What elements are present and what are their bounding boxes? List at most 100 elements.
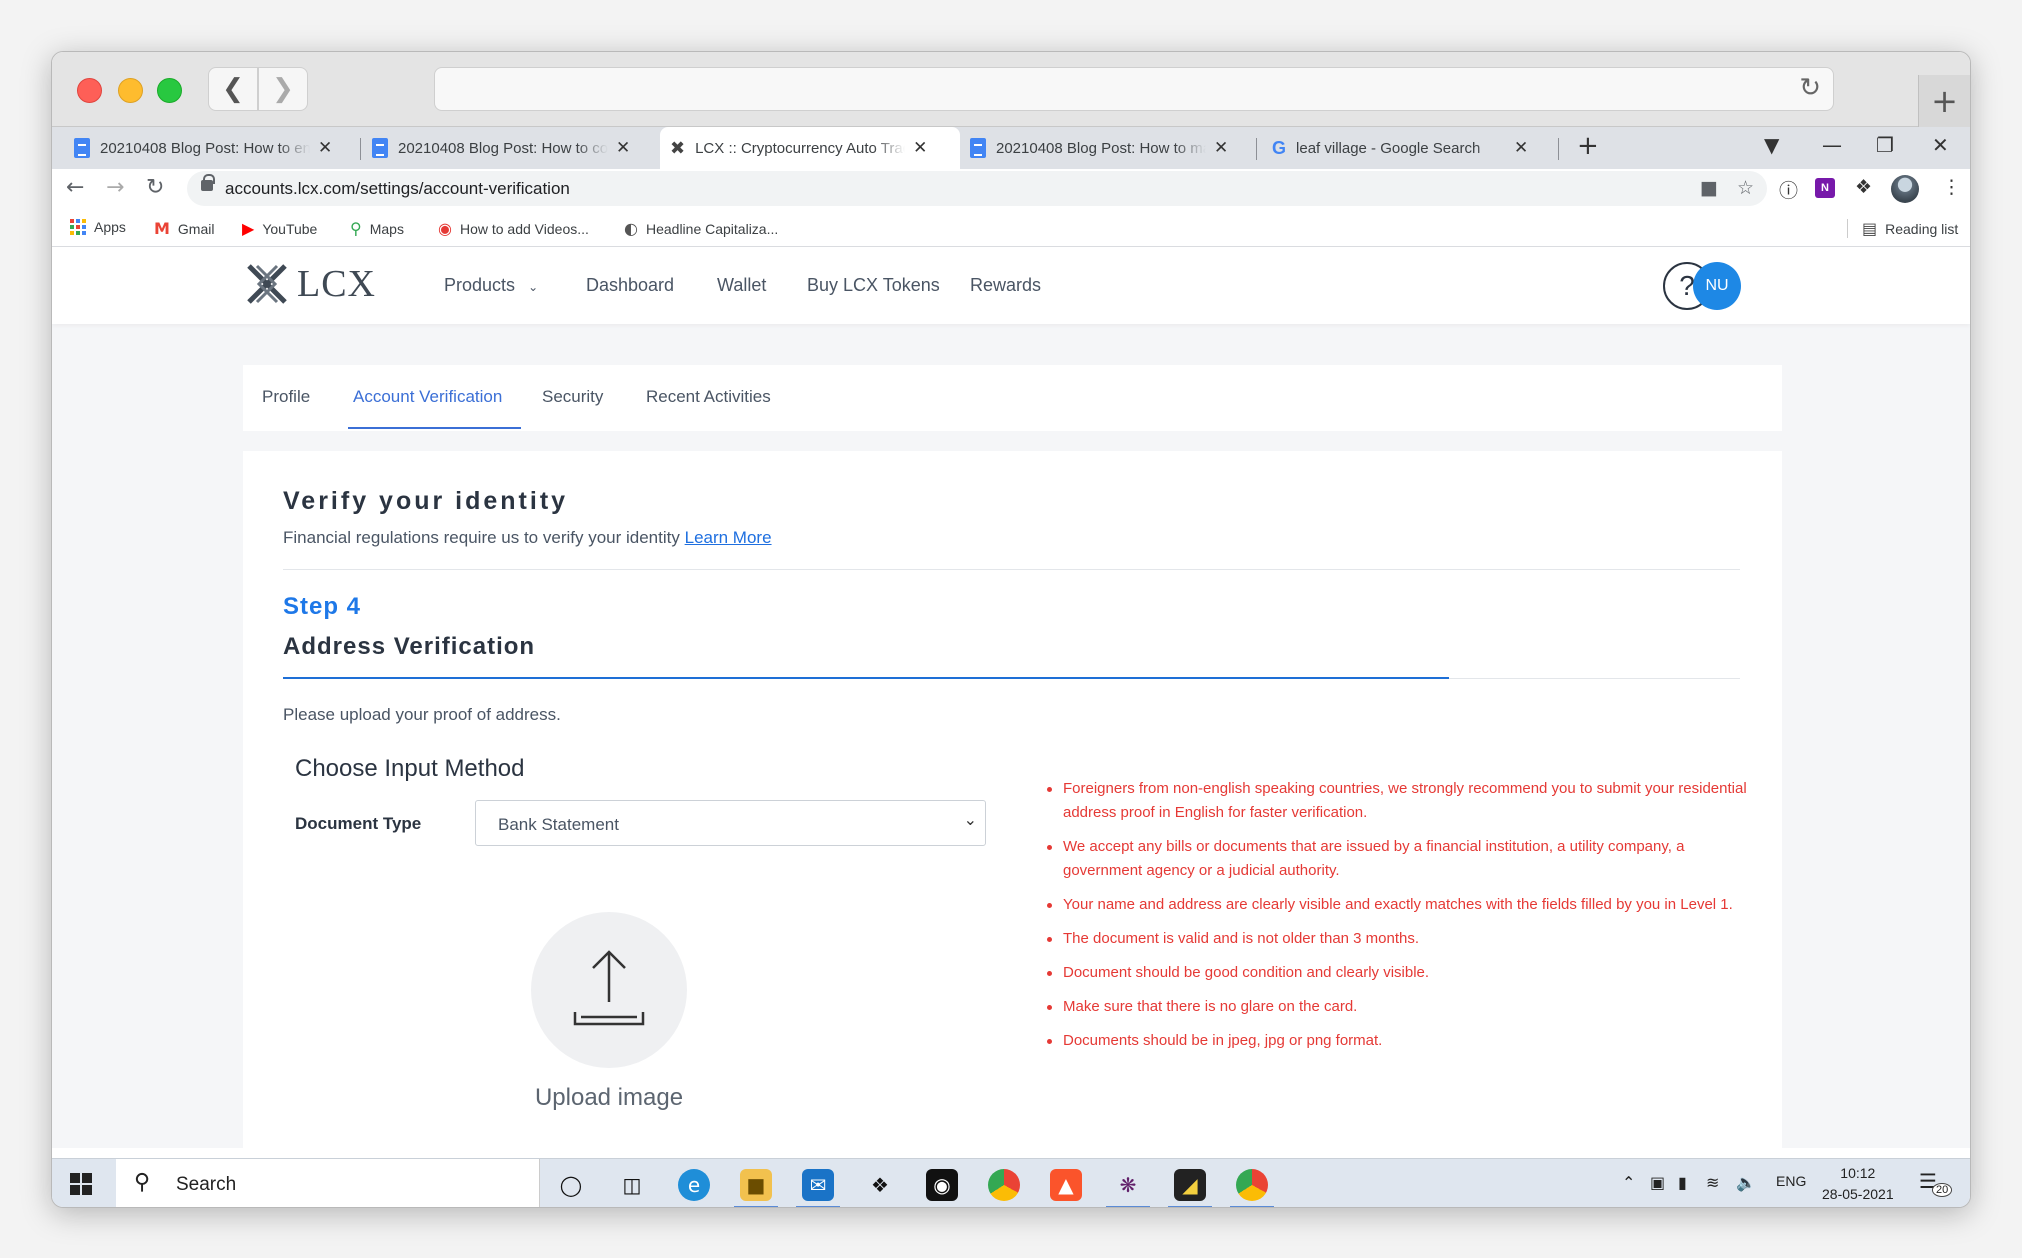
- edge-icon[interactable]: e: [678, 1169, 710, 1201]
- chrome-icon-active[interactable]: [1236, 1169, 1268, 1201]
- browser-tab[interactable]: 20210408 Blog Post: How to connect ✕: [362, 127, 652, 169]
- document-type-select[interactable]: Bank Statement ⌄: [475, 800, 986, 846]
- bookmark-star-icon[interactable]: ☆: [1737, 177, 1754, 199]
- nav-rewards[interactable]: Rewards: [970, 275, 1041, 296]
- verification-card: Verify your identity Financial regulatio…: [243, 451, 1782, 1148]
- file-explorer-icon[interactable]: ■: [740, 1169, 772, 1201]
- minimize-window-button[interactable]: [118, 78, 143, 103]
- close-tab-icon[interactable]: ✕: [913, 138, 927, 158]
- google-icon: G: [1272, 137, 1287, 158]
- new-tab-plus-icon[interactable]: +: [1577, 131, 1599, 161]
- extension-info-icon[interactable]: ⓘ: [1779, 176, 1798, 203]
- choose-input-heading: Choose Input Method: [295, 755, 525, 782]
- close-icon[interactable]: ✕: [1932, 133, 1949, 157]
- nav-wallet[interactable]: Wallet: [717, 275, 766, 296]
- divider: [283, 569, 1740, 570]
- running-indicator: [1106, 1206, 1150, 1207]
- page-content: LCX Products ⌄ Dashboard Wallet Buy LCX …: [52, 248, 1970, 1148]
- battery-icon[interactable]: ▮: [1678, 1173, 1687, 1192]
- close-tab-icon[interactable]: ✕: [318, 138, 332, 158]
- onenote-icon[interactable]: N: [1815, 178, 1835, 198]
- step-title: Address Verification: [283, 633, 536, 660]
- language-indicator[interactable]: ENG: [1776, 1173, 1806, 1189]
- mail-icon[interactable]: ✉: [802, 1169, 834, 1201]
- nav-products[interactable]: Products ⌄: [444, 275, 538, 296]
- bookmark-gmail[interactable]: M Gmail: [154, 219, 214, 238]
- user-avatar[interactable]: NU: [1693, 262, 1741, 310]
- mac-address-field[interactable]: ↻: [434, 67, 1834, 111]
- step-number: Step 4: [283, 593, 362, 620]
- nav-dashboard[interactable]: Dashboard: [586, 275, 674, 296]
- restore-icon[interactable]: ❐: [1876, 133, 1894, 157]
- bookmark-youtube[interactable]: ▶ YouTube: [242, 219, 317, 238]
- tab-recent-activities[interactable]: Recent Activities: [646, 387, 771, 407]
- back-arrow-icon[interactable]: ❮: [208, 67, 258, 111]
- camera-icon[interactable]: ■: [1700, 177, 1718, 199]
- tray-chevron-icon[interactable]: ⌃: [1622, 1173, 1635, 1192]
- dropbox-icon[interactable]: ❖: [864, 1169, 896, 1201]
- url-text[interactable]: accounts.lcx.com/settings/account-verifi…: [225, 179, 570, 199]
- bookmark-apps[interactable]: Apps: [70, 219, 126, 235]
- requirement-item: Documents should be in jpeg, jpg or png …: [1047, 1029, 1747, 1053]
- globe-icon: ◐: [624, 219, 638, 238]
- notification-count-badge: 20: [1932, 1183, 1953, 1197]
- cortana-icon[interactable]: ◯: [555, 1169, 587, 1201]
- profile-avatar[interactable]: [1891, 175, 1919, 203]
- close-tab-icon[interactable]: ✕: [1514, 138, 1528, 158]
- zoom-window-button[interactable]: [157, 78, 182, 103]
- tab-search-icon[interactable]: ▼: [1764, 133, 1779, 157]
- back-icon[interactable]: ←: [66, 175, 84, 200]
- sticky-notes-icon[interactable]: ◢: [1174, 1169, 1206, 1201]
- bookmark-how-to-add-videos[interactable]: ◉ How to add Videos...: [438, 219, 589, 238]
- minimize-icon[interactable]: —: [1822, 133, 1842, 157]
- url-field[interactable]: accounts.lcx.com/settings/account-verifi…: [187, 171, 1767, 206]
- docs-icon: [74, 138, 90, 158]
- bookmark-headline-capitalization[interactable]: ◐ Headline Capitaliza...: [624, 219, 778, 238]
- upload-button[interactable]: [531, 912, 687, 1068]
- menu-kebab-icon[interactable]: ⋮: [1942, 176, 1961, 198]
- wifi-icon[interactable]: ≋: [1706, 1173, 1719, 1192]
- reload-icon[interactable]: ↻: [146, 175, 164, 200]
- requirement-item: Foreigners from non-english speaking cou…: [1047, 777, 1747, 825]
- upload-label: Upload image: [534, 1084, 684, 1111]
- forward-icon[interactable]: →: [106, 175, 124, 200]
- forward-arrow-icon[interactable]: ❯: [258, 67, 308, 111]
- browser-tab[interactable]: 20210408 Blog Post: How to make ✕: [960, 127, 1250, 169]
- tab-title: 20210408 Blog Post: How to enable: [100, 139, 310, 157]
- bookmark-maps[interactable]: ⚲ Maps: [350, 219, 404, 238]
- running-indicator: [734, 1206, 778, 1207]
- close-window-button[interactable]: [77, 78, 102, 103]
- lcx-logo[interactable]: LCX: [245, 262, 376, 306]
- brave-icon[interactable]: ▲: [1050, 1169, 1082, 1201]
- tab-profile[interactable]: Profile: [262, 387, 310, 407]
- bookmark-label: Apps: [94, 219, 126, 235]
- nav-buy-lcx-tokens[interactable]: Buy LCX Tokens: [807, 275, 940, 296]
- tray-app-icon[interactable]: ▣: [1650, 1173, 1665, 1192]
- slack-icon[interactable]: ❋: [1112, 1169, 1144, 1201]
- learn-more-link[interactable]: Learn More: [685, 528, 772, 547]
- windows-start-icon[interactable]: [70, 1173, 92, 1195]
- browser-tab[interactable]: 20210408 Blog Post: How to enable ✕: [64, 127, 354, 169]
- game-app-icon[interactable]: ◉: [926, 1169, 958, 1201]
- close-tab-icon[interactable]: ✕: [1214, 138, 1228, 158]
- volume-icon[interactable]: 🔈: [1736, 1173, 1756, 1192]
- close-tab-icon[interactable]: ✕: [616, 138, 630, 158]
- browser-tab-active[interactable]: ✖ LCX :: Cryptocurrency Auto Trading ✕: [660, 127, 960, 169]
- subtitle-text: Financial regulations require us to veri…: [283, 528, 680, 547]
- docs-icon: [372, 138, 388, 158]
- task-view-icon[interactable]: ◫: [616, 1169, 648, 1201]
- browser-tab[interactable]: G leaf village - Google Search ✕: [1262, 127, 1552, 169]
- requirements-list: Foreigners from non-english speaking cou…: [1047, 777, 1747, 1063]
- tab-security[interactable]: Security: [542, 387, 603, 407]
- running-indicator: [1168, 1206, 1212, 1207]
- tab-account-verification[interactable]: Account Verification: [353, 387, 502, 407]
- site-header: LCX Products ⌄ Dashboard Wallet Buy LCX …: [52, 248, 1970, 324]
- new-window-plus-icon[interactable]: +: [1918, 75, 1970, 127]
- extensions-puzzle-icon[interactable]: ❖: [1855, 176, 1872, 198]
- taskbar-search[interactable]: ⚲ Search: [116, 1159, 540, 1207]
- reload-icon[interactable]: ↻: [1799, 73, 1821, 103]
- reading-list-button[interactable]: ▤ Reading list: [1847, 219, 1958, 238]
- clock[interactable]: 10:12 28-05-2021: [1822, 1163, 1894, 1205]
- lock-icon[interactable]: [201, 174, 215, 191]
- chrome-icon[interactable]: [988, 1169, 1020, 1201]
